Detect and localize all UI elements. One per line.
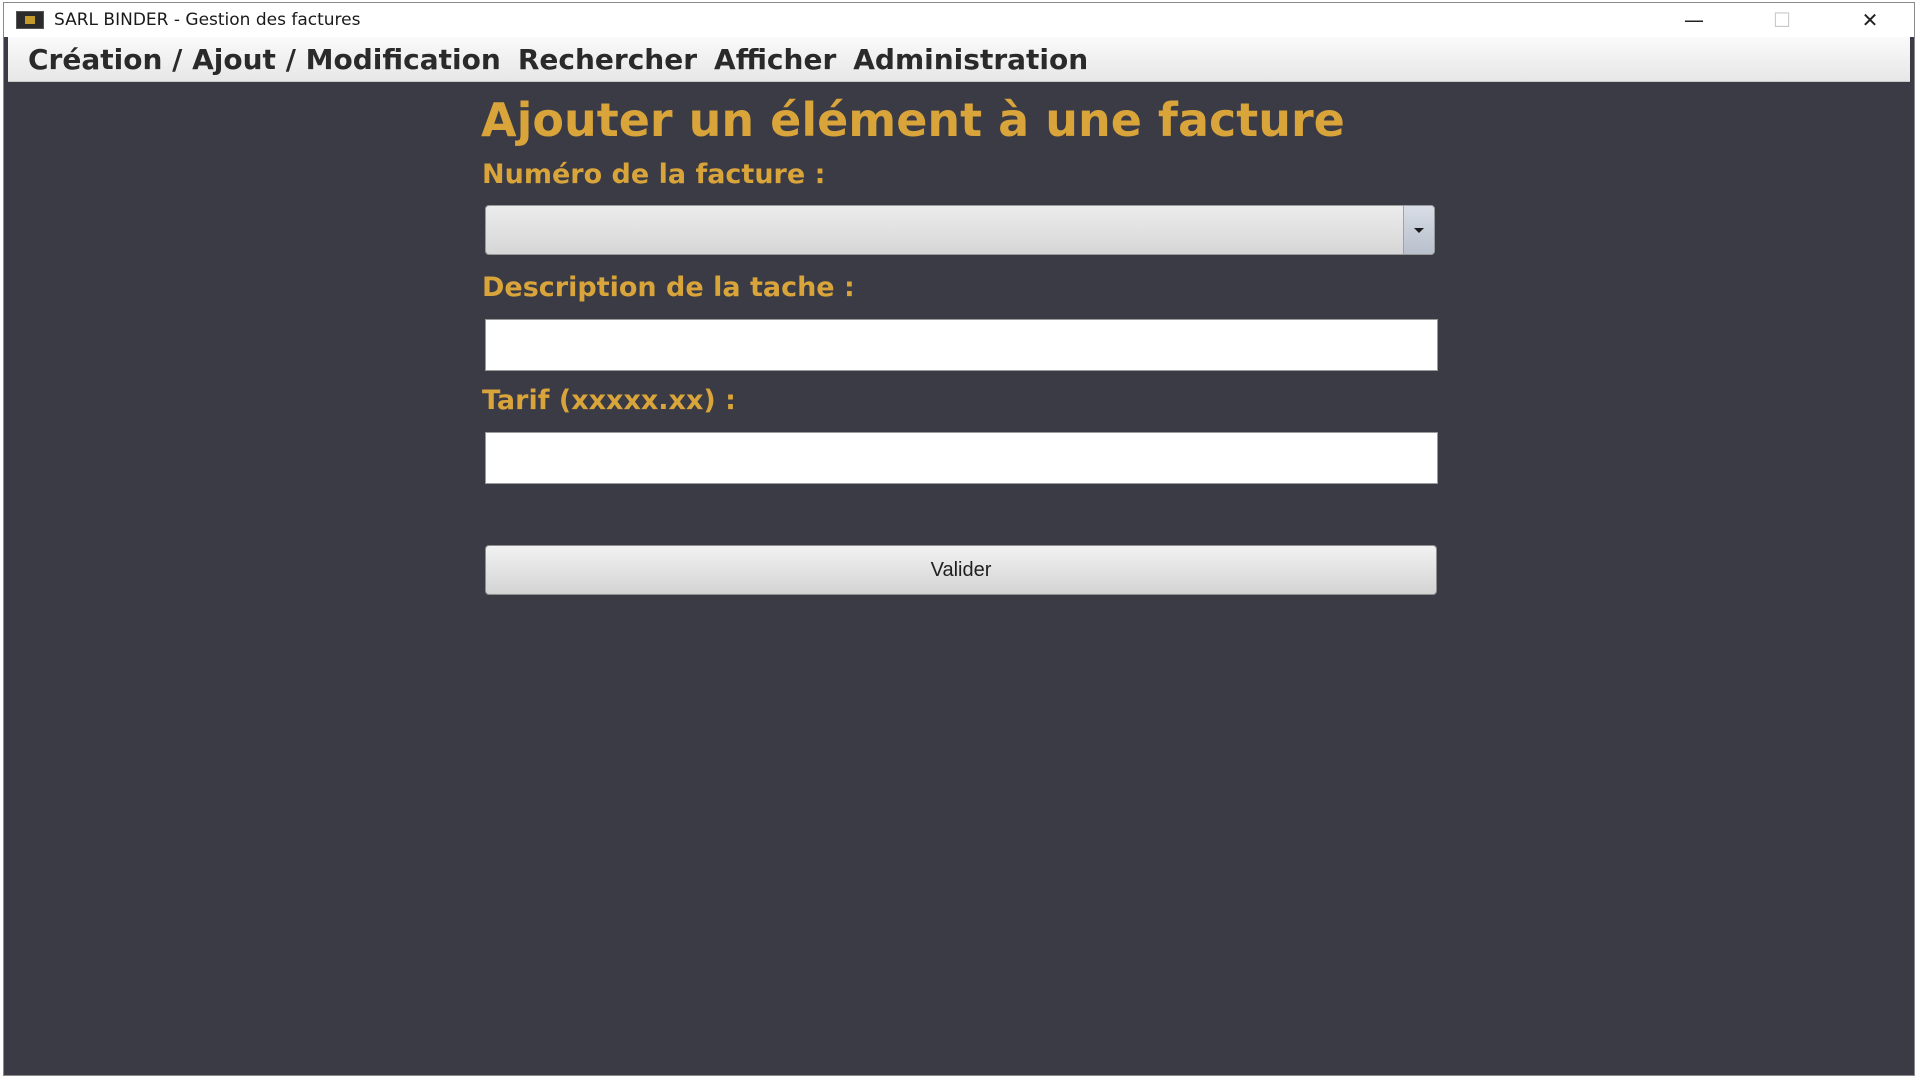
description-input[interactable] <box>485 319 1438 371</box>
menu-administration[interactable]: Administration <box>853 43 1088 76</box>
form-panel: Ajouter un élément à une facture Numéro … <box>4 83 1914 1075</box>
menu-afficher[interactable]: Afficher <box>714 43 836 76</box>
dropdown-arrow-button[interactable] <box>1403 206 1434 254</box>
window-controls: — ☐ ✕ <box>1650 3 1914 37</box>
description-label: Description de la tache : <box>482 272 855 303</box>
rate-label: Tarif (xxxxx.xx) : <box>482 385 736 416</box>
menu-bar: Création / Ajout / Modification Recherch… <box>8 37 1910 82</box>
window-title: SARL BINDER - Gestion des factures <box>54 10 361 30</box>
rate-input[interactable] <box>485 432 1438 484</box>
minimize-button[interactable]: — <box>1650 3 1738 37</box>
invoice-number-select[interactable] <box>485 205 1435 255</box>
title-bar[interactable]: SARL BINDER - Gestion des factures — ☐ ✕ <box>4 3 1914 37</box>
close-button[interactable]: ✕ <box>1826 3 1914 37</box>
app-icon <box>16 11 44 29</box>
validate-button[interactable]: Valider <box>485 545 1437 595</box>
invoice-number-label: Numéro de la facture : <box>482 159 826 190</box>
page-title: Ajouter un élément à une facture <box>481 93 1345 147</box>
chevron-down-icon <box>1414 227 1424 233</box>
menu-rechercher[interactable]: Rechercher <box>518 43 697 76</box>
maximize-button[interactable]: ☐ <box>1738 3 1826 37</box>
app-window: SARL BINDER - Gestion des factures — ☐ ✕… <box>3 2 1915 1076</box>
menu-creation-ajout-modification[interactable]: Création / Ajout / Modification <box>28 43 501 76</box>
